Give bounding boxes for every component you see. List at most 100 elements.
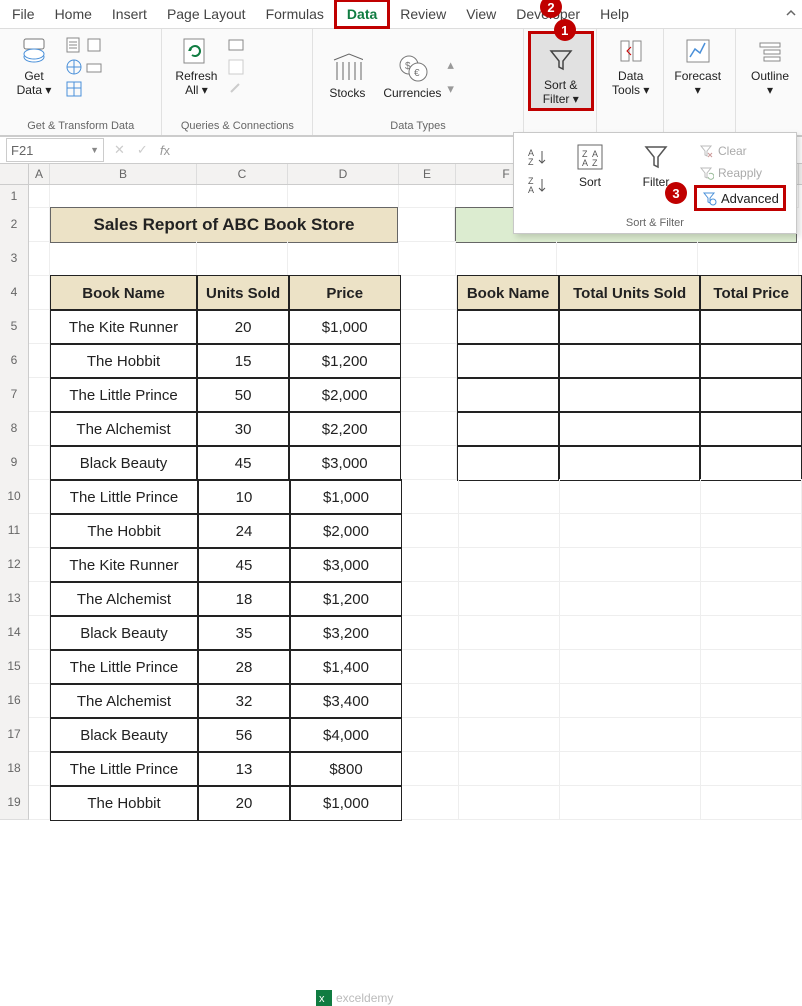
cell[interactable]	[401, 377, 458, 412]
sales-cell[interactable]: 13	[198, 751, 290, 787]
row-header[interactable]: 11	[0, 513, 29, 548]
cell[interactable]	[560, 751, 701, 786]
cell[interactable]	[701, 615, 802, 650]
currencies-button[interactable]: $€ Currencies	[377, 48, 447, 102]
sales-cell[interactable]: $1,200	[289, 343, 401, 379]
cell[interactable]	[29, 615, 50, 650]
cell[interactable]	[459, 649, 560, 684]
cell[interactable]	[701, 547, 802, 582]
row-header[interactable]: 13	[0, 581, 29, 616]
cell[interactable]	[459, 581, 560, 616]
sales-cell[interactable]: The Hobbit	[50, 343, 197, 379]
summary-cell[interactable]	[559, 445, 700, 481]
cell[interactable]	[50, 241, 197, 276]
sales-header[interactable]: Price	[289, 275, 401, 311]
cell[interactable]	[459, 513, 560, 548]
fx-icon[interactable]: fx	[154, 143, 176, 158]
cell[interactable]	[459, 615, 560, 650]
cell[interactable]	[456, 241, 557, 276]
cell[interactable]	[29, 445, 50, 480]
edit-links-icon[interactable]	[226, 79, 246, 99]
from-text-csv-icon[interactable]	[64, 35, 84, 55]
cell[interactable]	[701, 479, 802, 514]
sales-cell[interactable]: 10	[198, 479, 290, 515]
tab-data[interactable]: Data	[334, 0, 390, 29]
stocks-button[interactable]: Stocks	[317, 48, 377, 102]
from-table-icon[interactable]	[64, 79, 84, 99]
cell[interactable]	[701, 513, 802, 548]
collapse-ribbon-icon[interactable]	[784, 6, 798, 20]
cell[interactable]	[50, 185, 197, 208]
tab-insert[interactable]: Insert	[102, 2, 157, 26]
row-header[interactable]: 8	[0, 411, 29, 446]
sales-cell[interactable]: The Kite Runner	[50, 547, 198, 583]
cell[interactable]	[560, 649, 701, 684]
sales-cell[interactable]: The Alchemist	[50, 683, 198, 719]
sales-cell[interactable]: 50	[197, 377, 289, 413]
cell[interactable]	[197, 241, 288, 276]
cell[interactable]	[560, 683, 701, 718]
summary-cell[interactable]	[559, 343, 700, 379]
cell[interactable]	[402, 615, 459, 650]
cell[interactable]	[398, 207, 455, 242]
sales-cell[interactable]: The Little Prince	[50, 377, 197, 413]
cell[interactable]	[701, 581, 802, 616]
row-header[interactable]: 19	[0, 785, 29, 820]
summary-cell[interactable]	[559, 309, 700, 345]
cell[interactable]	[701, 683, 802, 718]
sales-cell[interactable]: The Little Prince	[50, 649, 198, 685]
row-header[interactable]: 12	[0, 547, 29, 582]
sales-cell[interactable]: 20	[197, 309, 289, 345]
cell[interactable]	[402, 717, 459, 752]
summary-cell[interactable]	[700, 377, 802, 413]
sales-cell[interactable]: $2,200	[289, 411, 401, 447]
cell[interactable]	[701, 649, 802, 684]
recent-sources-icon[interactable]	[84, 35, 104, 55]
cell[interactable]	[560, 581, 701, 616]
row-header[interactable]: 9	[0, 445, 29, 480]
sales-cell[interactable]: The Alchemist	[50, 581, 198, 617]
summary-header[interactable]: Total Units Sold	[559, 275, 700, 311]
cell[interactable]	[698, 241, 799, 276]
row-header[interactable]: 1	[0, 185, 29, 208]
cell[interactable]	[560, 513, 701, 548]
cell[interactable]	[29, 411, 50, 446]
sales-cell[interactable]: $3,400	[290, 683, 402, 719]
cell[interactable]	[402, 683, 459, 718]
tab-review[interactable]: Review	[390, 2, 456, 26]
cell[interactable]	[402, 547, 459, 582]
sales-cell[interactable]: $800	[290, 751, 402, 787]
sales-cell[interactable]: The Kite Runner	[50, 309, 197, 345]
summary-header[interactable]: Total Price	[700, 275, 802, 311]
cell[interactable]	[401, 309, 458, 344]
cell[interactable]	[402, 581, 459, 616]
sales-cell[interactable]: 45	[197, 445, 289, 481]
row-header[interactable]: 4	[0, 275, 29, 310]
sales-cell[interactable]: $2,000	[289, 377, 401, 413]
cell[interactable]	[560, 615, 701, 650]
cell[interactable]	[402, 479, 459, 514]
cell[interactable]	[29, 309, 50, 344]
cell[interactable]	[29, 377, 50, 412]
sales-cell[interactable]: The Little Prince	[50, 751, 198, 787]
sales-cell[interactable]: $1,400	[290, 649, 402, 685]
cell[interactable]	[29, 717, 50, 752]
sales-cell[interactable]: The Hobbit	[50, 513, 198, 549]
col-E[interactable]: E	[399, 164, 456, 184]
cell[interactable]	[401, 343, 458, 378]
sort-filter-button[interactable]: Sort &Filter ▾	[528, 31, 594, 111]
cell[interactable]	[560, 717, 701, 752]
row-header[interactable]: 17	[0, 717, 29, 752]
col-D[interactable]: D	[288, 164, 399, 184]
outline-button[interactable]: Outline▾	[740, 31, 800, 99]
cell[interactable]	[401, 445, 458, 480]
cell[interactable]	[399, 241, 456, 276]
row-header[interactable]: 5	[0, 309, 29, 344]
summary-cell[interactable]	[559, 411, 700, 447]
summary-cell[interactable]	[700, 411, 802, 447]
cell[interactable]	[701, 751, 802, 786]
cell[interactable]	[288, 241, 399, 276]
cell[interactable]	[29, 185, 50, 208]
sales-cell[interactable]: The Little Prince	[50, 479, 198, 515]
sales-cell[interactable]: $4,000	[290, 717, 402, 753]
